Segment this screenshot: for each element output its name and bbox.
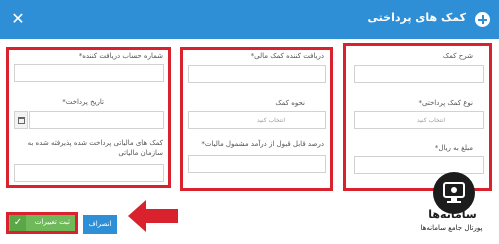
dialog-header: کمک های پرداختی ✕	[0, 0, 499, 39]
close-icon[interactable]: ✕	[9, 10, 27, 28]
logo-brand-text: سامانه‌ها	[428, 208, 477, 221]
logo-slogan-text: پورتال جامع سامانه‌ها	[420, 224, 483, 232]
save-changes-button[interactable]: ✓ ثبت تغییرات	[6, 212, 78, 234]
check-icon: ✓	[10, 215, 26, 231]
middle-column-highlight	[180, 47, 333, 191]
save-changes-label: ثبت تغییرات	[34, 218, 70, 226]
arrow-left-icon	[128, 200, 178, 232]
cancel-button[interactable]: انصراف	[83, 215, 117, 234]
right-column-highlight	[343, 43, 492, 191]
dialog-title: کمک های پرداختی	[367, 11, 466, 24]
plus-icon	[475, 12, 490, 27]
left-column-highlight	[6, 47, 171, 188]
